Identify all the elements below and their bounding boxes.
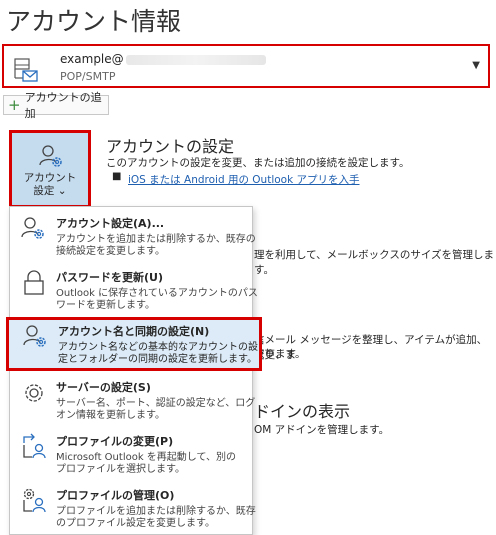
menu-item-update-password[interactable]: パスワードを更新(U) Outlook に保存されているアカウントのパス ワード… [10,263,258,317]
menu-item-account-name-sync[interactable]: アカウント名と同期の設定(N) アカウント名などの基本的なアカウントの設 定とフ… [6,317,262,371]
menu-item-desc: 接続設定を変更します。 [56,246,165,257]
account-gear-icon [39,145,62,167]
menu-item-desc: のプロファイル設定を変更します。 [56,518,215,529]
account-settings-button[interactable]: アカウント 設定 ⌄ [9,130,91,208]
account-settings-button-label-line2: 設定 ⌄ [33,185,67,197]
account-type: POP/SMTP [60,70,116,83]
add-account-label: アカウントの追加 [24,91,102,120]
gear-icon [20,379,48,407]
menu-item-server-settings[interactable]: サーバーの設定(S) サーバー名、ポート、認証の設定など、ログ オン情報を更新し… [10,373,255,427]
menu-item-desc: ワードを更新します。 [56,300,155,311]
mail-account-icon [12,56,40,84]
lock-icon [20,269,48,297]
menu-item-title: サーバーの設定(S) [56,381,151,394]
mailbox-cleanup-text: 理を利用して、メールボックスのサイズを管理します。 [254,249,495,276]
menu-item-title: パスワードを更新(U) [56,271,163,284]
menu-item-title: プロファイルの変更(P) [56,435,174,448]
menu-item-desc: オン情報を更新します。 [56,410,165,421]
menu-item-account-settings[interactable]: アカウント設定(A)... アカウントを追加または削除するか、既存の 接続設定を… [10,209,256,263]
account-gear-icon [22,323,50,351]
menu-item-manage-profiles[interactable]: プロファイルの管理(O) プロファイルを追加または削除するか、既存 のプロファイ… [10,481,256,535]
profile-switch-icon [20,433,48,461]
page-title: アカウント情報 [6,7,182,36]
menu-item-title: アカウント名と同期の設定(N) [58,325,210,338]
menu-item-title: プロファイルの管理(O) [56,489,175,502]
account-gear-icon [20,215,48,243]
account-settings-button-label-line1: アカウント [23,172,77,184]
addins-description: OM アドインを管理します。 [254,424,390,436]
account-email: example@ [60,52,266,66]
menu-item-change-profile[interactable]: プロファイルの変更(P) Microsoft Outlook を再起動して、別の… [10,427,252,481]
menu-item-title: アカウント設定(A)... [56,217,165,230]
menu-item-desc: 定とフォルダーの同期の設定を更新します。 [58,354,257,365]
account-settings-title: アカウントの設定 [106,137,235,156]
account-settings-description: このアカウントの設定を変更、または追加の接続を設定します。 [106,157,410,169]
account-settings-menu: アカウント設定(A)... アカウントを追加または削除するか、既存の 接続設定を… [6,206,262,535]
outlook-mobile-link[interactable]: iOS または Android 用の Outlook アプリを入手 [128,172,360,187]
menu-item-desc: プロファイルを選択します。 [56,464,185,475]
bullet: ■ [112,171,122,182]
plus-icon: + [8,95,21,114]
profile-manage-icon [20,487,48,515]
account-selector[interactable]: example@ POP/SMTP ▼ [2,44,490,88]
addins-title: ドインの表示 [254,402,351,421]
chevron-down-icon: ▼ [472,60,480,71]
add-account-button[interactable]: + アカウントの追加 [3,91,109,120]
